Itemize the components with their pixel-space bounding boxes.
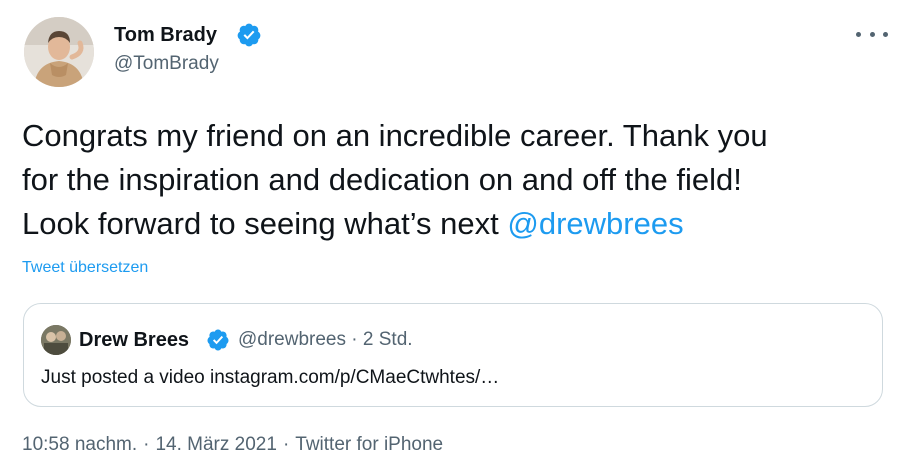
more-options-icon[interactable]: [856, 22, 888, 46]
author-handle[interactable]: @TomBrady: [114, 52, 219, 76]
verified-badge-icon: [207, 329, 229, 351]
footer-separator: ·: [282, 434, 290, 455]
tweet-date[interactable]: 14. März 2021: [155, 434, 276, 455]
author-avatar[interactable]: [24, 17, 94, 87]
quoted-author-avatar: [41, 325, 71, 355]
tweet-source-link[interactable]: Twitter for iPhone: [295, 434, 443, 455]
quoted-author-handle: @drewbrees: [238, 329, 346, 350]
quoted-tweet-meta: @drewbrees · 2 Std.: [238, 328, 413, 352]
quoted-tweet-text: Just posted a video instagram.com/p/CMae…: [41, 367, 500, 388]
tweet-footer: 10:58 nachm. · 14. März 2021 · Twitter for i…: [22, 432, 443, 458]
meta-separator: ·: [351, 329, 358, 350]
quoted-tweet-time: 2 Std.: [362, 329, 413, 350]
tweet-text-line: Look forward to seeing what’s next: [22, 206, 508, 241]
tweet-text-line: Congrats my friend on an incredible care…: [22, 118, 768, 153]
verified-badge-icon: [237, 23, 261, 47]
tweet-text-line: for the inspiration and dedication on an…: [22, 162, 742, 197]
author-name[interactable]: Tom Brady: [114, 22, 217, 48]
translate-tweet-link[interactable]: Tweet übersetzen: [22, 259, 148, 277]
mention-link[interactable]: @drewbrees: [507, 206, 683, 241]
footer-separator: ·: [143, 434, 150, 455]
tweet-card: Tom Brady @TomBrady Congrats my friend o…: [0, 0, 900, 470]
tweet-time[interactable]: 10:58 nachm.: [22, 434, 137, 455]
tweet-text: Congrats my friend on an incredible care…: [22, 114, 882, 246]
quoted-tweet[interactable]: Drew Brees @drewbrees · 2 Std. Just post…: [23, 303, 883, 407]
quoted-author-name: Drew Brees: [79, 329, 190, 351]
